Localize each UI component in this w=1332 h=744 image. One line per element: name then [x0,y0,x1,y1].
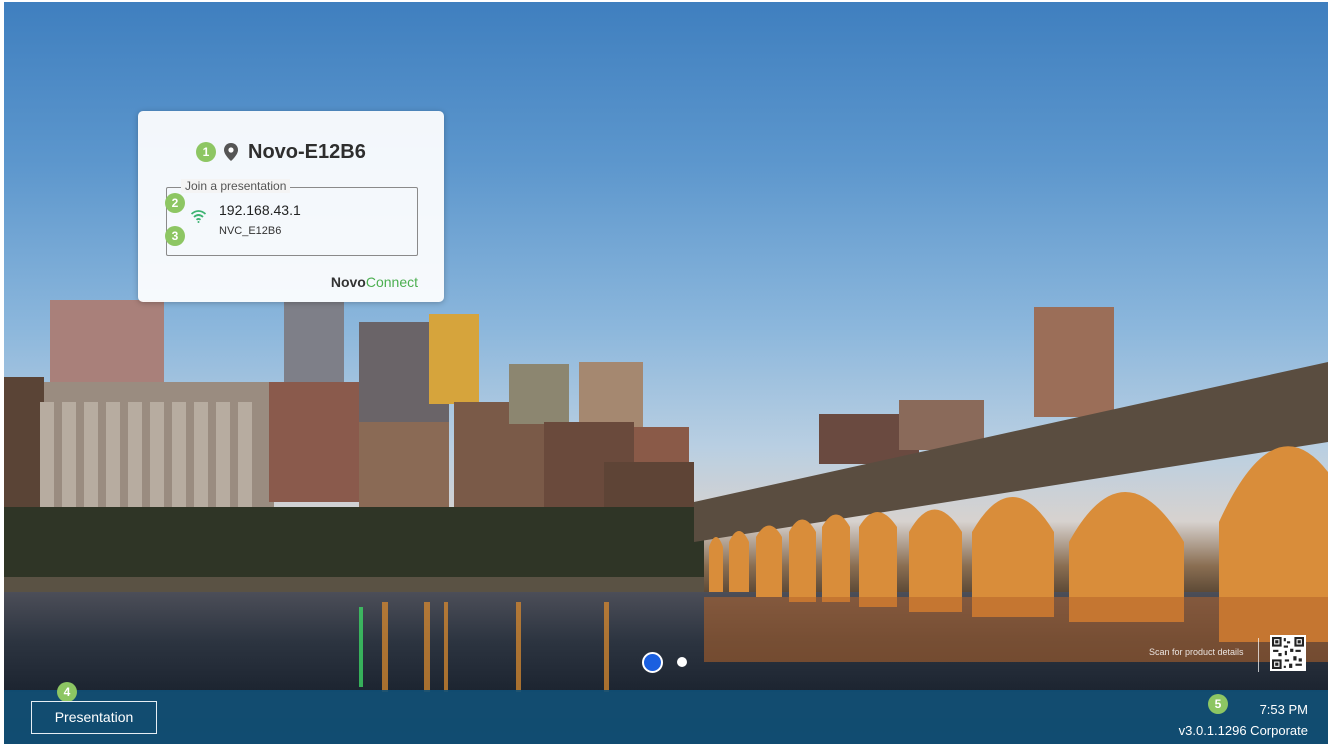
novoconnect-logo: NovoConnect [331,274,418,290]
qr-caption: Scan for product details [1149,647,1244,657]
page-indicator[interactable] [677,657,687,667]
page-indicator-active[interactable] [642,652,663,673]
device-info-card: 1 Novo-E12B6 Join a presentation 2 3 192… [138,111,444,302]
brand-connect: Connect [365,274,418,290]
home-screen: 1 Novo-E12B6 Join a presentation 2 3 192… [4,2,1328,744]
version-info: v3.0.1.1296 Corporate [1178,723,1308,738]
callout-badge-3: 3 [165,226,185,246]
join-presentation-label: Join a presentation [181,179,291,193]
brand-novo: Novo [330,274,366,290]
network-ssid: NVC_E12B6 [219,225,282,237]
callout-badge-5: 5 [1208,694,1228,714]
callout-badge-2: 2 [165,193,185,213]
device-title-row: 1 Novo-E12B6 [196,138,366,166]
qr-divider [1258,638,1259,672]
callout-badge-4: 4 [57,682,77,702]
bottom-bar: 4 Presentation 5 7:53 PM v3.0.1.1296 Cor… [4,682,1328,744]
join-presentation-box: Join a presentation 2 3 192.168.43.1 NVC… [165,179,418,256]
ip-address: 192.168.43.1 [219,202,301,218]
wifi-icon [191,210,206,223]
callout-badge-1: 1 [196,142,216,162]
location-pin-icon [224,143,238,161]
clock-time: 7:53 PM [1259,702,1308,717]
presentation-button[interactable]: Presentation [31,701,157,734]
device-name: Novo-E12B6 [248,140,366,163]
qr-code-icon[interactable] [1270,635,1306,671]
